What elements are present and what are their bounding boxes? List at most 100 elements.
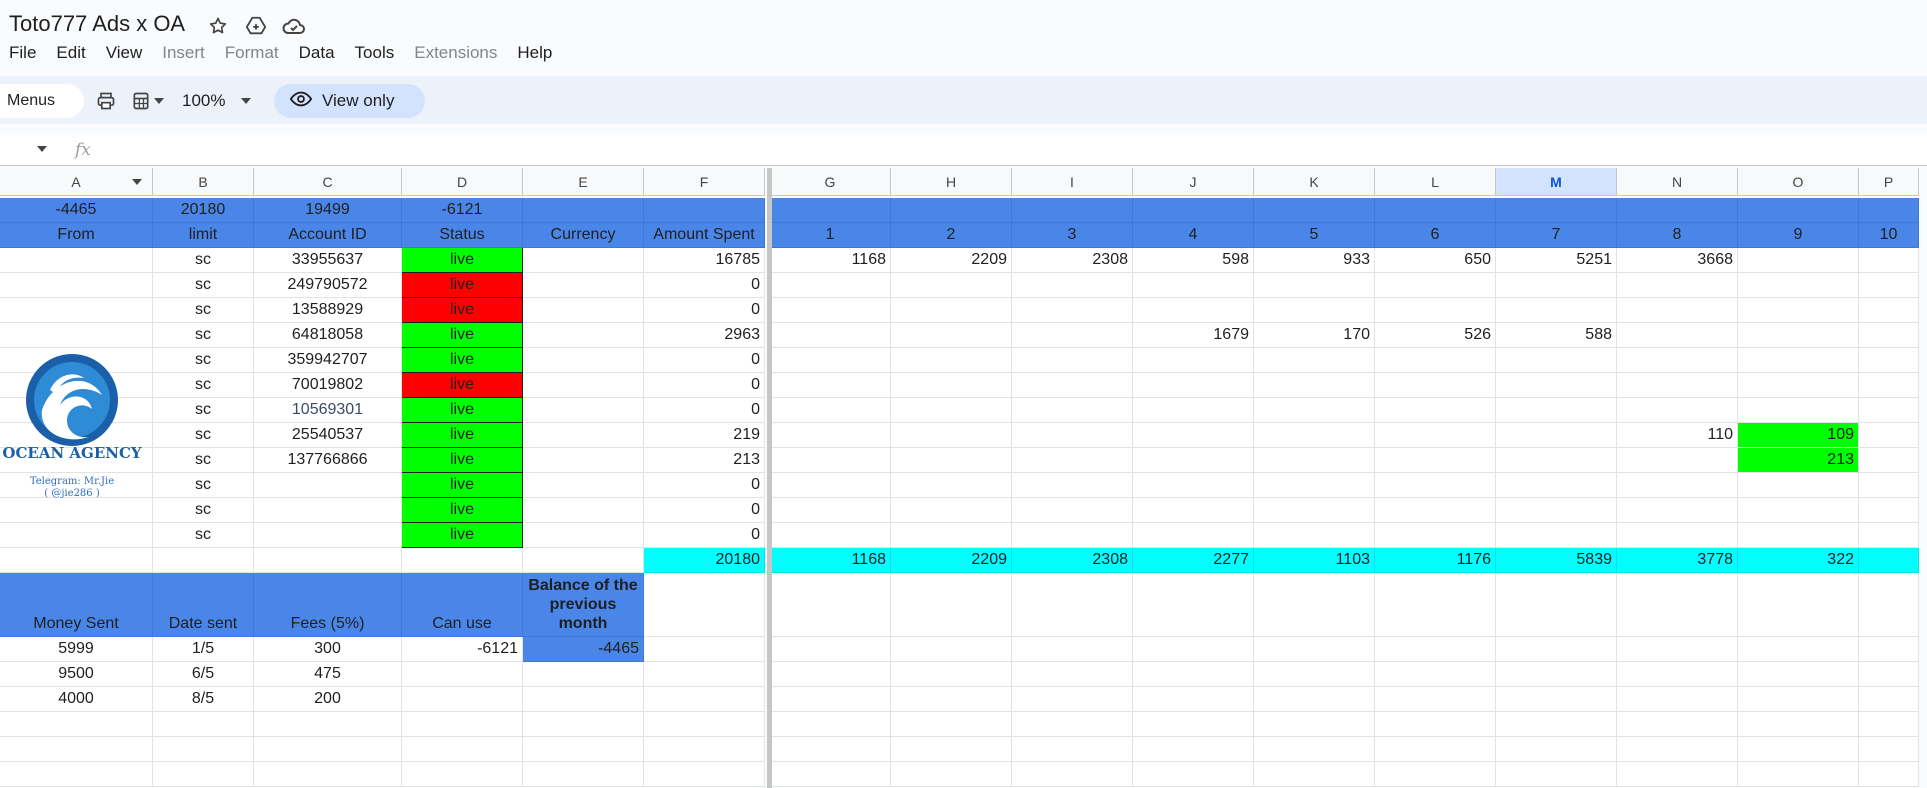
day-value-cell[interactable]: 213 (1738, 448, 1859, 473)
total-day-cell[interactable]: 1176 (1375, 548, 1496, 573)
day-value-cell[interactable] (1859, 473, 1919, 498)
day-value-cell[interactable] (891, 373, 1012, 398)
money-sent-cell[interactable]: 9500 (0, 662, 153, 687)
empty-cell[interactable] (770, 762, 891, 787)
currency-cell[interactable] (523, 498, 644, 523)
status-cell[interactable]: live (402, 273, 523, 298)
column-header-m[interactable]: M (1496, 168, 1617, 196)
column-header-j[interactable]: J (1133, 168, 1254, 196)
day-value-cell[interactable] (1254, 273, 1375, 298)
limit-cell[interactable]: sc (153, 523, 254, 548)
day-value-cell[interactable] (1859, 498, 1919, 523)
day-value-cell[interactable] (770, 323, 891, 348)
day-value-cell[interactable] (1617, 348, 1738, 373)
freeze-divider[interactable] (767, 168, 772, 788)
day-value-cell[interactable]: 1168 (770, 248, 891, 273)
empty-cell[interactable] (523, 712, 644, 737)
limit-cell[interactable]: sc (153, 273, 254, 298)
limit-cell[interactable]: sc (153, 423, 254, 448)
day-value-cell[interactable]: 598 (1133, 248, 1254, 273)
status-cell[interactable]: live (402, 298, 523, 323)
column-header-o[interactable]: O (1738, 168, 1859, 196)
empty-cell[interactable] (1012, 712, 1133, 737)
empty-cell[interactable] (254, 548, 402, 573)
empty-cell[interactable] (254, 712, 402, 737)
day-value-cell[interactable] (1012, 298, 1133, 323)
fees-cell[interactable]: 300 (254, 637, 402, 662)
empty-cell[interactable] (891, 573, 1012, 637)
day-value-cell[interactable] (1254, 473, 1375, 498)
day-value-cell[interactable] (891, 348, 1012, 373)
empty-cell[interactable] (1617, 662, 1738, 687)
empty-cell[interactable] (1496, 662, 1617, 687)
day-value-cell[interactable] (1496, 273, 1617, 298)
day-value-cell[interactable] (1496, 498, 1617, 523)
from-cell[interactable] (0, 248, 153, 273)
empty-cell[interactable] (770, 712, 891, 737)
day-value-cell[interactable] (1617, 298, 1738, 323)
menus-button[interactable]: Menus (0, 84, 84, 118)
total-day-cell[interactable] (1859, 548, 1919, 573)
day-value-cell[interactable]: 3668 (1617, 248, 1738, 273)
day-value-cell[interactable] (770, 473, 891, 498)
empty-cell[interactable] (644, 762, 765, 787)
balance-cell[interactable]: -4465 (523, 637, 644, 662)
empty-cell[interactable] (1496, 737, 1617, 762)
menu-help[interactable]: Help (507, 41, 562, 65)
day-value-cell[interactable] (1375, 473, 1496, 498)
day-value-cell[interactable] (891, 323, 1012, 348)
day-value-cell[interactable] (1496, 373, 1617, 398)
currency-cell[interactable] (523, 248, 644, 273)
day-value-cell[interactable] (891, 448, 1012, 473)
column-header-e[interactable]: E (523, 168, 644, 196)
empty-cell[interactable] (1496, 687, 1617, 712)
day-value-cell[interactable] (1133, 398, 1254, 423)
balance-cell[interactable] (523, 687, 644, 712)
day-value-cell[interactable] (1375, 298, 1496, 323)
header-cell-b[interactable]: limit (153, 223, 254, 248)
day-value-cell[interactable] (1738, 398, 1859, 423)
account-id-cell[interactable]: 33955637 (254, 248, 402, 273)
empty-cell[interactable] (254, 737, 402, 762)
day-value-cell[interactable] (1375, 423, 1496, 448)
day-value-cell[interactable] (770, 423, 891, 448)
day-value-cell[interactable] (1012, 448, 1133, 473)
date-sent-cell[interactable]: 1/5 (153, 637, 254, 662)
amount-spent-cell[interactable]: 0 (644, 498, 765, 523)
empty-cell[interactable] (1738, 762, 1859, 787)
empty-cell[interactable] (1012, 762, 1133, 787)
day-value-cell[interactable] (1254, 398, 1375, 423)
empty-cell[interactable] (770, 737, 891, 762)
money-header-c[interactable]: Fees (5%) (254, 573, 402, 637)
money-header-d[interactable]: Can use (402, 573, 523, 637)
day-value-cell[interactable] (1254, 298, 1375, 323)
limit-cell[interactable]: sc (153, 398, 254, 423)
empty-cell[interactable] (644, 712, 765, 737)
column-header-i[interactable]: I (1012, 168, 1133, 196)
empty-cell[interactable] (254, 762, 402, 787)
summary-day-cell[interactable] (1375, 198, 1496, 223)
day-value-cell[interactable] (891, 298, 1012, 323)
summary-cell-f[interactable] (644, 198, 765, 223)
total-day-cell[interactable]: 1168 (770, 548, 891, 573)
empty-cell[interactable] (1859, 637, 1919, 662)
day-value-cell[interactable] (1859, 373, 1919, 398)
empty-cell[interactable] (891, 737, 1012, 762)
empty-cell[interactable] (153, 548, 254, 573)
day-value-cell[interactable]: 1679 (1133, 323, 1254, 348)
total-day-cell[interactable]: 2209 (891, 548, 1012, 573)
header-cell-c[interactable]: Account ID (254, 223, 402, 248)
account-id-cell[interactable]: 70019802 (254, 373, 402, 398)
menu-tools[interactable]: Tools (345, 41, 405, 65)
empty-cell[interactable] (1738, 573, 1859, 637)
empty-cell[interactable] (1375, 637, 1496, 662)
empty-cell[interactable] (1617, 687, 1738, 712)
empty-cell[interactable] (770, 662, 891, 687)
summary-cell-c[interactable]: 19499 (254, 198, 402, 223)
day-value-cell[interactable] (1617, 398, 1738, 423)
day-value-cell[interactable] (1133, 423, 1254, 448)
empty-cell[interactable] (1375, 662, 1496, 687)
status-cell[interactable]: live (402, 498, 523, 523)
from-cell[interactable] (0, 298, 153, 323)
day-value-cell[interactable] (1375, 373, 1496, 398)
